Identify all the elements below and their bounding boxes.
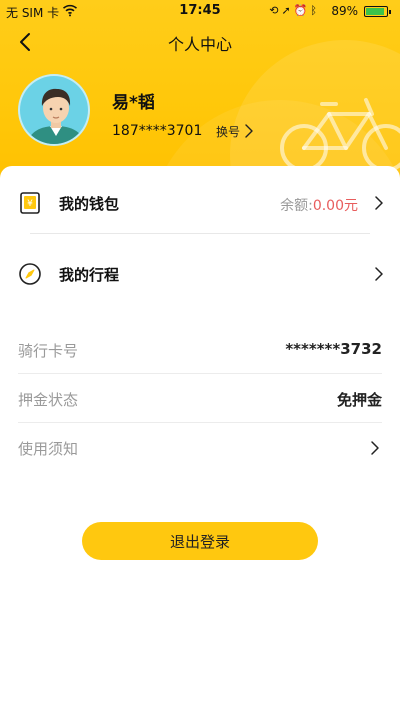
chevron-left-icon <box>20 33 30 51</box>
wallet-balance: 余额:0.00元 <box>280 195 358 215</box>
page-title: 个人中心 <box>167 35 232 54</box>
alarm-icon: ⏰ <box>293 4 311 17</box>
phone-number: 187****3701 <box>112 123 203 139</box>
menu-item-wallet[interactable]: ¥ 我的钱包 余额:0.00元 <box>0 168 400 238</box>
change-number-label: 换号 <box>216 124 241 139</box>
card-number-value: *******3732 <box>285 340 382 358</box>
wallet-icon: ¥ <box>20 192 40 214</box>
battery-fill <box>366 8 384 15</box>
usage-notice-label: 使用须知 <box>18 440 79 458</box>
content-card: ¥ 我的钱包 余额:0.00元 我的行程 骑行卡号 *******3732 押金… <box>0 166 400 710</box>
menu-item-trips[interactable]: 我的行程 <box>0 239 400 309</box>
svg-text:¥: ¥ <box>27 199 33 209</box>
change-number-button[interactable]: 换号 <box>216 121 254 141</box>
bluetooth-icon: ᛒ <box>310 4 320 17</box>
wallet-label: 我的钱包 <box>59 195 120 213</box>
compass-icon <box>19 263 41 285</box>
user-avatar-icon[interactable] <box>18 74 90 146</box>
usage-notice-row[interactable]: 使用须知 <box>18 424 382 472</box>
system-icons: ⟲➚⏰ᛒ <box>269 4 320 17</box>
card-number-row: 骑行卡号 *******3732 <box>18 326 382 374</box>
location-icon: ➚ <box>281 4 294 17</box>
deposit-status-value: 免押金 <box>336 391 382 409</box>
chevron-right-icon <box>375 267 383 281</box>
logout-button[interactable]: 退出登录 <box>82 522 318 560</box>
deposit-status-row: 押金状态 免押金 <box>18 375 382 423</box>
nav-bar: 个人中心 <box>0 22 400 62</box>
chevron-right-icon <box>371 441 379 455</box>
profile-header: 无 SIM 卡 17:45 ⟲➚⏰ᛒ 89% 个人中心 易*韬 187****3… <box>0 0 400 190</box>
orientation-lock-icon: ⟲ <box>269 4 282 17</box>
deposit-status-label: 押金状态 <box>18 391 79 409</box>
battery-percent: 89% <box>331 4 358 18</box>
balance-label: 余额: <box>280 198 313 214</box>
card-number-label: 骑行卡号 <box>18 342 79 360</box>
divider <box>30 233 370 234</box>
chevron-right-icon <box>245 124 253 138</box>
chevron-right-icon <box>375 196 383 210</box>
avatar-illustration <box>26 88 86 144</box>
back-button[interactable] <box>12 28 40 56</box>
user-name: 易*韬 <box>112 93 155 113</box>
trips-label: 我的行程 <box>59 266 120 284</box>
status-bar: 无 SIM 卡 17:45 ⟲➚⏰ᛒ 89% <box>0 0 400 22</box>
battery-icon <box>364 6 391 17</box>
balance-value: 0.00元 <box>312 198 358 214</box>
